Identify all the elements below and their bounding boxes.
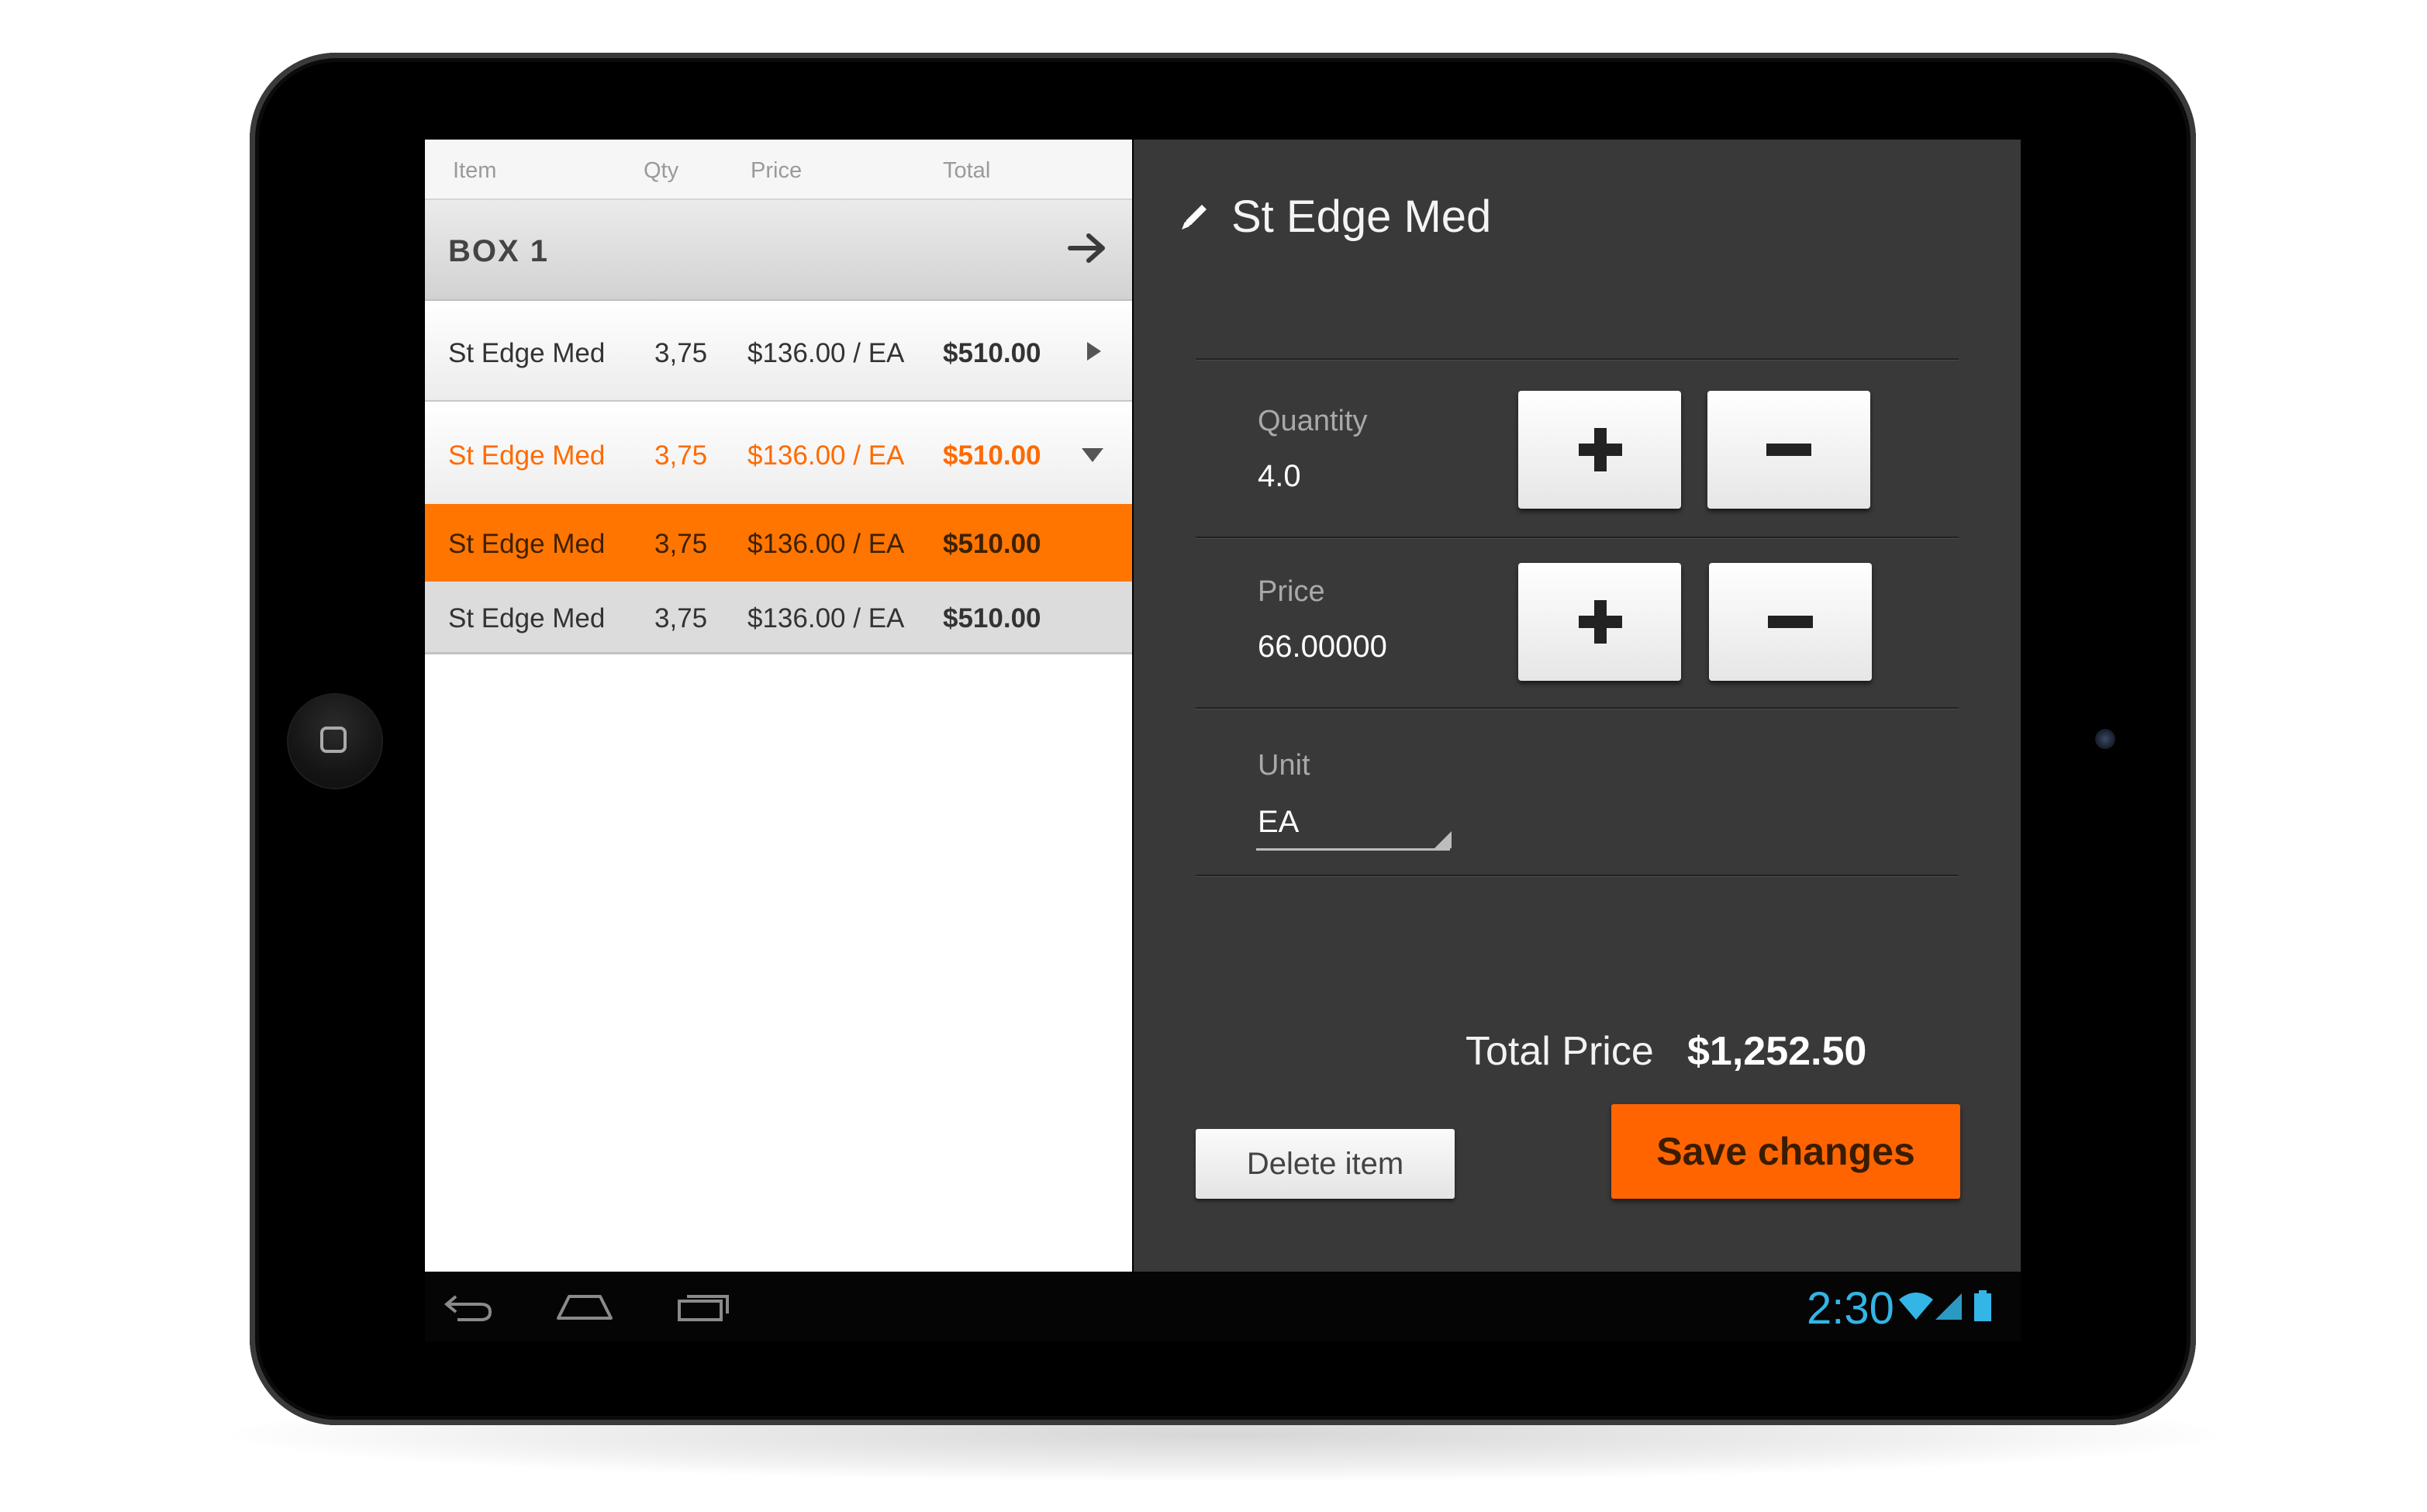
price-value: 66.00000 bbox=[1258, 630, 1387, 664]
quantity-increment-button[interactable] bbox=[1518, 391, 1681, 509]
column-total: Total bbox=[943, 158, 991, 183]
item-total: $510.00 bbox=[943, 529, 1041, 559]
home-icon[interactable] bbox=[555, 1287, 614, 1330]
battery-icon bbox=[1973, 1290, 1993, 1327]
total-price-label: Total Price bbox=[1466, 1029, 1654, 1074]
status-clock: 2:30 bbox=[1807, 1283, 1894, 1334]
divider bbox=[1196, 707, 1959, 709]
item-editor-panel: St Edge Med Quantity 4.0 Price 66.00000 … bbox=[1134, 140, 2021, 1272]
price-decrement-button[interactable] bbox=[1709, 563, 1872, 681]
editor-title: St Edge Med bbox=[1231, 192, 1492, 242]
item-price: $136.00 / EA bbox=[747, 440, 905, 471]
price-increment-button[interactable] bbox=[1518, 563, 1681, 681]
divider bbox=[1196, 537, 1959, 539]
arrow-right-icon[interactable] bbox=[1065, 226, 1109, 274]
home-button-glyph bbox=[320, 727, 347, 753]
group-header-box[interactable]: BOX 1 bbox=[425, 200, 1132, 301]
back-icon[interactable] bbox=[440, 1287, 495, 1330]
front-camera bbox=[2095, 729, 2115, 749]
quantity-label: Quantity bbox=[1258, 405, 1368, 437]
item-total: $510.00 bbox=[943, 440, 1041, 471]
caret-down-icon[interactable] bbox=[1081, 447, 1104, 468]
item-qty: 3,75 bbox=[654, 529, 708, 559]
item-total: $510.00 bbox=[943, 338, 1041, 368]
hardware-home-button[interactable] bbox=[288, 695, 381, 788]
signal-icon bbox=[1934, 1290, 1965, 1325]
save-changes-button[interactable]: Save changes bbox=[1611, 1104, 1960, 1199]
recent-apps-icon[interactable] bbox=[676, 1287, 732, 1330]
item-price: $136.00 / EA bbox=[747, 338, 905, 368]
price-label: Price bbox=[1258, 575, 1325, 608]
item-name: St Edge Med bbox=[448, 603, 606, 633]
delete-item-button[interactable]: Delete item bbox=[1196, 1129, 1455, 1199]
column-price: Price bbox=[751, 158, 803, 183]
minus-icon bbox=[1768, 616, 1813, 628]
minus-icon bbox=[1766, 444, 1811, 456]
list-item[interactable]: St Edge Med 3,75 $136.00 / EA $510.00 bbox=[425, 403, 1132, 504]
item-name: St Edge Med bbox=[448, 338, 606, 368]
unit-select-underline bbox=[1256, 848, 1450, 851]
caret-right-icon[interactable] bbox=[1086, 341, 1103, 365]
dropdown-corner-icon bbox=[1434, 831, 1452, 848]
unit-label: Unit bbox=[1258, 749, 1310, 782]
list-item[interactable]: St Edge Med 3,75 $136.00 / EA $510.00 bbox=[425, 582, 1132, 654]
list-item[interactable]: St Edge Med 3,75 $136.00 / EA $510.00 bbox=[425, 301, 1132, 402]
group-label: BOX 1 bbox=[448, 234, 550, 268]
item-qty: 3,75 bbox=[654, 338, 708, 368]
item-price: $136.00 / EA bbox=[747, 529, 905, 559]
item-price: $136.00 / EA bbox=[747, 603, 905, 633]
item-name: St Edge Med bbox=[448, 529, 606, 559]
item-qty: 3,75 bbox=[654, 440, 708, 471]
item-name: St Edge Med bbox=[448, 440, 606, 471]
column-qty: Qty bbox=[644, 158, 679, 183]
list-item-selected[interactable]: St Edge Med 3,75 $136.00 / EA $510.00 bbox=[425, 504, 1132, 582]
pencil-icon bbox=[1179, 198, 1213, 236]
wifi-icon bbox=[1898, 1290, 1934, 1325]
item-qty: 3,75 bbox=[654, 603, 708, 633]
divider bbox=[1196, 875, 1959, 877]
total-price-value: $1,252.50 bbox=[1687, 1029, 1867, 1074]
quantity-decrement-button[interactable] bbox=[1707, 391, 1870, 509]
column-header: Item Qty Price Total bbox=[425, 140, 1132, 200]
divider bbox=[1196, 358, 1959, 361]
order-list-panel: Item Qty Price Total BOX 1 St Edge Med 3… bbox=[425, 140, 1132, 1272]
unit-select[interactable]: EA bbox=[1258, 805, 1299, 840]
quantity-value: 4.0 bbox=[1258, 459, 1301, 493]
screen: Item Qty Price Total BOX 1 St Edge Med 3… bbox=[425, 140, 2021, 1341]
system-navigation-bar: 2:30 bbox=[425, 1272, 2021, 1341]
item-total: $510.00 bbox=[943, 603, 1041, 633]
column-item: Item bbox=[453, 158, 497, 183]
